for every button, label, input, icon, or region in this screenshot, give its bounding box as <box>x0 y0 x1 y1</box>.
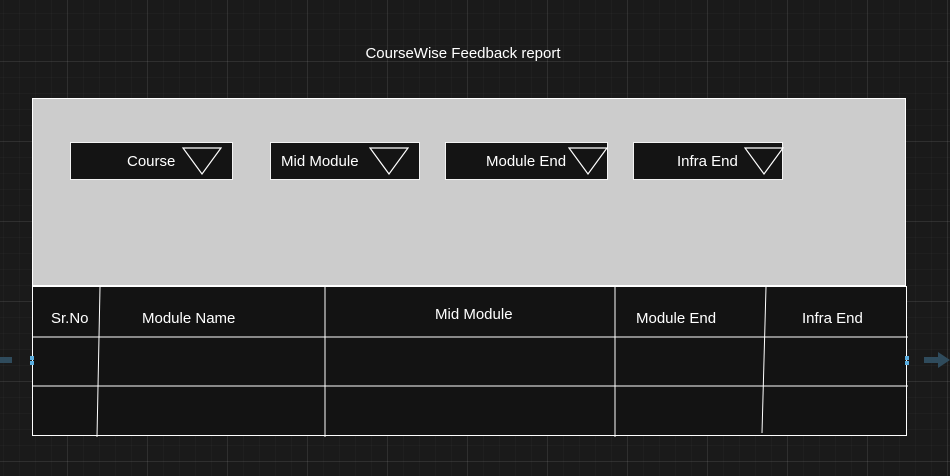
left-resize-handle[interactable] <box>30 361 34 365</box>
table-cell-module-end <box>616 338 762 385</box>
left-connector-arrow <box>0 357 12 363</box>
mid-module-dropdown[interactable]: Mid Module <box>270 142 420 180</box>
feedback-table: Sr.No Module Name Mid Module Module End … <box>32 286 908 437</box>
column-header-module-end: Module End <box>636 310 717 327</box>
right-resize-handle[interactable] <box>905 361 909 365</box>
table-cell-infra-end <box>767 387 906 434</box>
infra-end-dropdown[interactable]: Infra End <box>633 142 784 180</box>
triangle-down-icon[interactable] <box>182 147 222 175</box>
column-header-sr-no: Sr.No <box>51 310 89 327</box>
column-header-mid-module: Mid Module <box>435 306 513 323</box>
triangle-down-icon[interactable] <box>369 147 409 175</box>
table-cell-module-end <box>616 387 762 434</box>
table-cell-infra-end <box>767 338 906 385</box>
course-dropdown-label: Course <box>127 153 176 170</box>
infra-end-dropdown-label: Infra End <box>677 153 738 170</box>
table-cell-module-name <box>100 338 324 385</box>
left-resize-handle[interactable] <box>30 356 34 360</box>
filter-panel: Course Mid Module Module End Infra End <box>32 98 906 286</box>
column-header-module-name: Module Name <box>142 310 236 327</box>
course-dropdown[interactable]: Course <box>70 142 233 180</box>
mid-module-dropdown-label: Mid Module <box>281 153 359 170</box>
triangle-down-icon[interactable] <box>744 147 784 175</box>
triangle-down-icon[interactable] <box>568 147 608 175</box>
column-header-infra-end: Infra End <box>802 310 863 327</box>
module-end-dropdown-label: Module End <box>486 153 567 170</box>
table-cell-module-name <box>100 387 324 434</box>
table-cell-sr-no <box>33 387 97 434</box>
table-cell-mid-module <box>326 338 614 385</box>
table-cell-mid-module <box>326 387 614 434</box>
page-title: CourseWise Feedback report <box>365 45 561 62</box>
right-resize-handle[interactable] <box>905 356 909 360</box>
module-end-dropdown[interactable]: Module End <box>445 142 608 180</box>
table-cell-sr-no <box>33 338 97 385</box>
right-connector-arrow-icon <box>924 352 950 368</box>
